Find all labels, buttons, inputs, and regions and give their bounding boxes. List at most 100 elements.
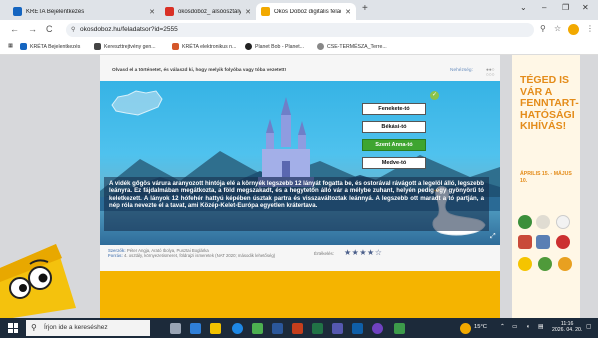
word-icon[interactable] (272, 323, 283, 334)
check-icon: ✓ (430, 91, 439, 100)
page-viewport: Olvasd el a történetet, és válaszd ki, h… (0, 55, 598, 318)
bookmark-cse-termesza[interactable]: CSE-TERMÉSZA_Terre... (317, 43, 387, 50)
bookmark-kreta[interactable]: KRÉTA Bejelentkezés (20, 43, 80, 50)
cart-icon (536, 235, 550, 249)
bowl-icon (536, 215, 550, 229)
spotify-icon[interactable] (394, 323, 405, 334)
source-label: Forrás: (108, 253, 123, 259)
difficulty-label: Nehézség: (450, 68, 473, 73)
address-bar-row: ← → C ⚲ okosdoboz.hu/feladatsor?id=2555 … (0, 20, 598, 40)
answer-option-4[interactable]: Medve-tó (362, 157, 426, 169)
jar-icon (518, 235, 532, 249)
forward-arrow-icon[interactable]: → (28, 24, 37, 34)
rating-stars[interactable]: ★★★★☆ (344, 248, 382, 257)
browser-tab-kreta[interactable]: KRÉTA Bejelentkezés ✕ (8, 3, 160, 20)
bookmark-kreta-naplo[interactable]: KRÉTA elektronikus n... (172, 43, 236, 50)
store-icon[interactable] (252, 323, 263, 334)
exercise-panel: Olvasd el a történetet, és válaszd ki, h… (100, 55, 500, 318)
difficulty-dots: ●●○ ○○○ (486, 68, 495, 78)
tab-search-icon[interactable]: ⌄ (520, 3, 527, 12)
source-value: 4. osztály, környezetismeret, földrajzi … (124, 253, 276, 259)
game-scene: Fenekete-tó Békási-tó Szent Anna-tó Medv… (100, 81, 500, 245)
tray-chevron-icon[interactable]: ⌃ (500, 324, 505, 330)
bookmark-label: Kereszttrejtvény gen... (104, 43, 156, 50)
temperature-readout[interactable]: 15°C (474, 324, 487, 330)
mascot-character (0, 244, 76, 318)
reload-icon[interactable]: C (46, 24, 53, 34)
footer-banner (100, 271, 500, 318)
browser-tab-okosdoboz[interactable]: Okos Doboz digitális feladatgy... ✕ (256, 3, 356, 20)
url-field[interactable]: ⚲ okosdoboz.hu/feladatsor?id=2555 (66, 23, 534, 37)
weather-icon[interactable] (460, 323, 471, 334)
gmail-favicon-icon (165, 7, 174, 16)
answer-option-3[interactable]: Szent Anna-tó (362, 139, 426, 151)
app-icon[interactable] (372, 323, 383, 334)
broccoli-icon (518, 215, 532, 229)
menu-icon[interactable]: ⋮ (586, 24, 594, 33)
bookmark-kereszttrejtveny[interactable]: Kereszttrejtvény gen... (94, 43, 156, 50)
leaves-icon (538, 257, 552, 271)
bookmark-label: KRÉTA Bejelentkezés (30, 43, 81, 50)
browser-tab-gmail[interactable]: okosdoboz_ alsóosztályos@g... ✕ (160, 3, 256, 20)
zoom-icon[interactable]: ⚲ (540, 24, 546, 33)
exercise-instruction: Olvasd el a történetet, és válaszd ki, h… (112, 68, 287, 73)
bookmarks-bar: ▦ KRÉTA Bejelentkezés Kereszttrejtvény g… (0, 40, 598, 55)
volume-icon[interactable]: ◖ (526, 324, 530, 330)
maximize-icon[interactable]: ❐ (562, 3, 569, 12)
powerpoint-icon[interactable] (292, 323, 303, 334)
windows-taskbar: ⚲ Írjon ide a kereséshez 15°C ⌃ ▭ ◖ ▤ 11… (0, 318, 598, 338)
clock-date: 2026. 04. 20. (552, 327, 583, 334)
file-explorer-icon[interactable] (210, 323, 221, 334)
teams-icon[interactable] (332, 323, 343, 334)
apps-grid-icon[interactable]: ▦ (8, 43, 13, 49)
ad-dates: ÁPRILIS 15. - MÁJUS 10. (520, 171, 572, 184)
rating-label: Értékelés: (314, 251, 335, 256)
search-icon: ⚲ (31, 323, 37, 332)
close-tab-icon[interactable]: ✕ (149, 8, 155, 16)
puzzle-bookmark-icon (94, 43, 101, 50)
answer-option-1[interactable]: Fenekete-tó (362, 103, 426, 115)
network-icon[interactable]: ▭ (512, 324, 517, 330)
windows-start-icon[interactable] (8, 323, 18, 333)
taskbar-search-field[interactable]: ⚲ Írjon ide a kereséshez (26, 320, 150, 336)
ad-headline: TÉGED IS VÁR A FENNTART-HATÓSÁGI KIHÍVÁS… (520, 74, 579, 132)
edge-icon[interactable] (190, 323, 201, 334)
planet-bookmark-icon (245, 43, 252, 50)
minimize-icon[interactable]: – (542, 3, 546, 12)
chrome-icon[interactable] (232, 323, 243, 334)
profile-avatar[interactable] (568, 24, 579, 35)
globe-bookmark-icon (317, 43, 324, 50)
tab-title: KRÉTA Bejelentkezés (26, 8, 85, 15)
hungary-map-icon (111, 90, 163, 116)
star-icon[interactable]: ☆ (554, 24, 561, 33)
sidebar-advertisement[interactable]: TÉGED IS VÁR A FENNTART-HATÓSÁGI KIHÍVÁS… (512, 55, 580, 318)
authors-value: Péter Angja, Arató Ibolya, Pusztai Boglá… (126, 248, 209, 253)
task-view-icon[interactable] (170, 323, 181, 334)
notifications-icon[interactable]: ▢ (586, 324, 591, 330)
close-tab-icon[interactable]: ✕ (345, 8, 351, 16)
okosdoboz-favicon-icon (261, 7, 270, 16)
keyboard-icon[interactable]: ▤ (538, 324, 543, 330)
exercise-metadata: Szerzők: Péter Angja, Arató Ibolya, Pusz… (108, 248, 318, 259)
fullscreen-icon[interactable]: ⤢ (490, 233, 496, 241)
close-tab-icon[interactable]: ✕ (245, 8, 251, 16)
answer-option-2[interactable]: Békási-tó (362, 121, 426, 133)
tab-title: Okos Doboz digitális feladatgy... (274, 8, 341, 15)
pumpkin-icon (558, 257, 572, 271)
mail-icon[interactable] (352, 323, 363, 334)
kreta-naplo-bookmark-icon (172, 43, 179, 50)
bookmark-label: CSE-TERMÉSZA_Terre... (327, 43, 387, 50)
taskbar-clock[interactable]: 11:16 2026. 04. 20. (552, 321, 582, 334)
bookmark-label: Planet Bob - Planet... (255, 43, 305, 50)
tomato-icon (556, 235, 570, 249)
bookmark-label: KRÉTA elektronikus n... (182, 43, 237, 50)
close-window-icon[interactable]: ✕ (582, 3, 589, 12)
new-tab-button[interactable]: + (362, 3, 368, 14)
browser-tab-strip: KRÉTA Bejelentkezés ✕ okosdoboz_ alsóosz… (0, 0, 598, 20)
site-info-icon[interactable]: ⚲ (71, 23, 75, 37)
back-arrow-icon[interactable]: ← (10, 24, 19, 34)
taskbar-search-placeholder: Írjon ide a kereséshez (44, 324, 108, 331)
kreta-favicon-icon (13, 7, 22, 16)
bookmark-planet-bob[interactable]: Planet Bob - Planet... (245, 43, 304, 50)
excel-icon[interactable] (312, 323, 323, 334)
